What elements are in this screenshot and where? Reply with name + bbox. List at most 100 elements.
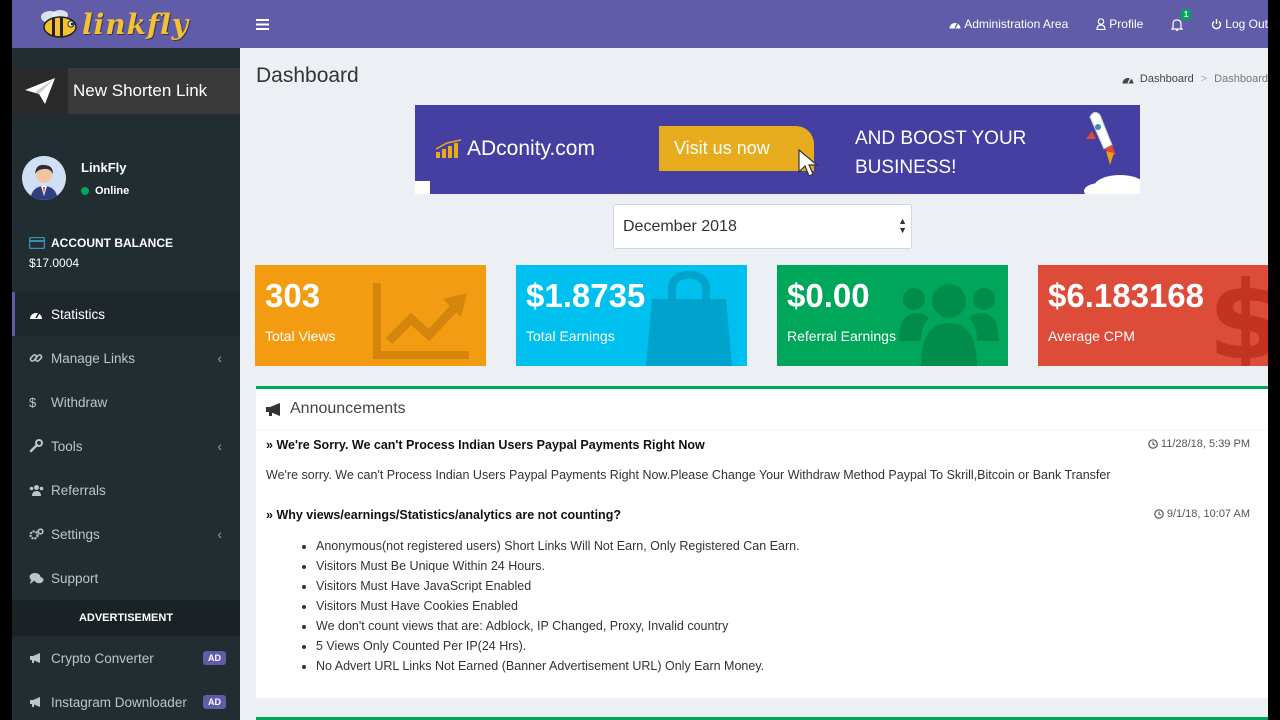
sidebar-item-support[interactable]: Support bbox=[12, 556, 240, 600]
account-balance: ACCOUNT BALANCE $17.0004 bbox=[12, 224, 240, 284]
breadcrumb-current: Dashboard bbox=[1214, 73, 1268, 85]
announcement-item: » We're Sorry. We can't Process Indian U… bbox=[256, 438, 1268, 482]
sidebar-item-referrals[interactable]: Referrals bbox=[12, 468, 240, 512]
month-select[interactable]: December 2018 ▲ ▼ bbox=[613, 204, 912, 249]
user-status: Online bbox=[81, 185, 129, 197]
dollar-icon: $ bbox=[29, 394, 37, 410]
announcement-item: » Why views/earnings/Statistics/analytic… bbox=[256, 508, 1268, 676]
avatar[interactable] bbox=[22, 156, 66, 200]
logout-label: Log Out bbox=[1225, 17, 1268, 31]
announcements-header: Announcements bbox=[256, 389, 1268, 430]
banner-brand: ADconity.com bbox=[435, 137, 595, 161]
account-balance-header: ACCOUNT BALANCE bbox=[29, 236, 240, 250]
cursor-icon bbox=[798, 148, 819, 177]
announcement-time-text: 9/1/18, 10:07 AM bbox=[1166, 508, 1250, 520]
clock-icon bbox=[1148, 439, 1158, 449]
user-icon bbox=[1096, 18, 1106, 30]
advertisement-header: ADVERTISEMENT bbox=[12, 600, 240, 636]
new-shorten-link-button[interactable]: New Shorten Link bbox=[12, 68, 240, 114]
stat-label: Referral Earnings bbox=[787, 328, 896, 344]
sidebar-menu: Statistics Manage Links ‹ $ Withdraw Too… bbox=[12, 292, 240, 720]
banner-brand-label: ADconity.com bbox=[467, 137, 595, 160]
announcement-title: » We're Sorry. We can't Process Indian U… bbox=[266, 438, 1258, 452]
account-balance-value: $17.0004 bbox=[29, 256, 80, 270]
administration-area-link[interactable]: Administration Area bbox=[949, 17, 1068, 31]
chevron-left-icon: ‹ bbox=[217, 438, 222, 454]
chevron-left-icon: ‹ bbox=[217, 350, 222, 366]
notifications-button[interactable]: 1 bbox=[1171, 8, 1192, 31]
sidebar-item-withdraw[interactable]: $ Withdraw bbox=[12, 380, 240, 424]
logo-bar: linkfly bbox=[12, 0, 240, 48]
sidebar-toggle-button[interactable] bbox=[240, 0, 284, 48]
logout-link[interactable]: Log Out bbox=[1211, 17, 1268, 31]
user-status-label: Online bbox=[95, 184, 130, 197]
power-icon bbox=[1211, 18, 1222, 30]
sidebar-item-label: Withdraw bbox=[51, 394, 108, 410]
double-chevron-right-icon: » bbox=[266, 438, 273, 452]
ad-badge: AD bbox=[203, 695, 226, 709]
sidebar-item-instagram-downloader[interactable]: Instagram Downloader AD bbox=[12, 680, 240, 720]
sidebar-item-label: Statistics bbox=[51, 306, 106, 322]
announcements-box: Announcements » We're Sorry. We can't Pr… bbox=[256, 386, 1268, 698]
ad-banner[interactable]: ADconity.com Visit us now AND BOOST YOUR… bbox=[415, 105, 1140, 194]
sidebar-item-tools[interactable]: Tools ‹ bbox=[12, 424, 240, 468]
bee-logo-icon bbox=[41, 10, 77, 38]
user-info: LinkFly Online bbox=[81, 160, 129, 197]
stat-value: $1.8735 bbox=[526, 277, 646, 314]
stat-label: Total Views bbox=[265, 328, 336, 344]
user-panel: LinkFly Online bbox=[12, 114, 240, 224]
sidebar-item-crypto-converter[interactable]: Crypto Converter AD bbox=[12, 636, 240, 680]
link-icon bbox=[29, 351, 51, 365]
announcement-title-text: Why views/earnings/Statistics/analytics … bbox=[276, 508, 621, 522]
sidebar-item-label: Crypto Converter bbox=[51, 650, 154, 666]
breadcrumb: Dashboard > Dashboard bbox=[1122, 73, 1268, 85]
wrench-icon bbox=[29, 439, 51, 453]
credit-card-icon bbox=[29, 237, 45, 249]
announcement-title-text: We're Sorry. We can't Process Indian Use… bbox=[276, 438, 705, 452]
cogs-icon bbox=[29, 527, 51, 541]
announcement-title: » Why views/earnings/Statistics/analytic… bbox=[266, 508, 1258, 522]
bullhorn-icon bbox=[29, 696, 51, 708]
page-title: Dashboard bbox=[256, 64, 359, 87]
users-icon bbox=[899, 284, 999, 366]
clock-icon bbox=[1154, 509, 1164, 519]
administration-area-label: Administration Area bbox=[964, 17, 1069, 31]
hamburger-icon bbox=[255, 18, 269, 30]
bullhorn-icon bbox=[29, 652, 51, 664]
online-status-dot-icon bbox=[81, 186, 89, 195]
banner-tagline: AND BOOST YOUR BUSINESS! bbox=[855, 124, 1026, 182]
list-item: No Advert URL Links Not Earned (Banner A… bbox=[316, 656, 1258, 676]
sidebar-item-settings[interactable]: Settings ‹ bbox=[12, 512, 240, 556]
comments-icon bbox=[29, 572, 51, 585]
sidebar-item-label: Manage Links bbox=[51, 350, 136, 366]
announcement-body: We're sorry. We can't Process Indian Use… bbox=[266, 468, 1111, 482]
month-select-value: December 2018 bbox=[623, 217, 737, 235]
sidebar-item-label: Support bbox=[51, 570, 99, 586]
announcements-title: Announcements bbox=[290, 400, 406, 417]
dashboard-icon bbox=[29, 308, 51, 320]
announcement-time: 9/1/18, 10:07 AM bbox=[1154, 508, 1250, 520]
sidebar-item-manage-links[interactable]: Manage Links ‹ bbox=[12, 336, 240, 380]
breadcrumb-link[interactable]: Dashboard bbox=[1140, 73, 1194, 85]
announcement-time: 11/28/18, 5:39 PM bbox=[1148, 438, 1250, 450]
stat-box-referral-earnings: $0.00 Referral Earnings bbox=[777, 265, 1008, 366]
logo[interactable]: linkfly bbox=[38, 8, 189, 41]
profile-link[interactable]: Profile bbox=[1096, 17, 1143, 31]
sidebar-item-statistics[interactable]: Statistics bbox=[12, 292, 240, 336]
visit-us-now-button[interactable]: Visit us now bbox=[659, 126, 819, 177]
user-name: LinkFly bbox=[81, 159, 127, 175]
sidebar-item-label: Settings bbox=[51, 526, 100, 542]
dashboard-icon bbox=[1122, 78, 1134, 84]
sidebar-item-label: Instagram Downloader bbox=[51, 694, 187, 710]
stat-value: 303 bbox=[265, 277, 321, 314]
double-chevron-right-icon: » bbox=[266, 508, 273, 522]
banner-tagline-line2: BUSINESS! bbox=[855, 157, 957, 178]
stat-value: $6.183168 bbox=[1048, 277, 1204, 314]
app-window: linkfly New Shorten Link LinkFly Online … bbox=[12, 0, 1268, 720]
select-arrows-icon: ▲ ▼ bbox=[898, 216, 907, 235]
account-balance-label: ACCOUNT BALANCE bbox=[51, 236, 173, 250]
announcement-list: Anonymous(not registered users) Short Li… bbox=[266, 536, 1258, 676]
list-item: Visitors Must Have JavaScript Enabled bbox=[316, 576, 1258, 596]
top-navbar: Administration Area Profile 1 Log Out bbox=[240, 0, 1268, 48]
users-icon bbox=[29, 484, 51, 496]
